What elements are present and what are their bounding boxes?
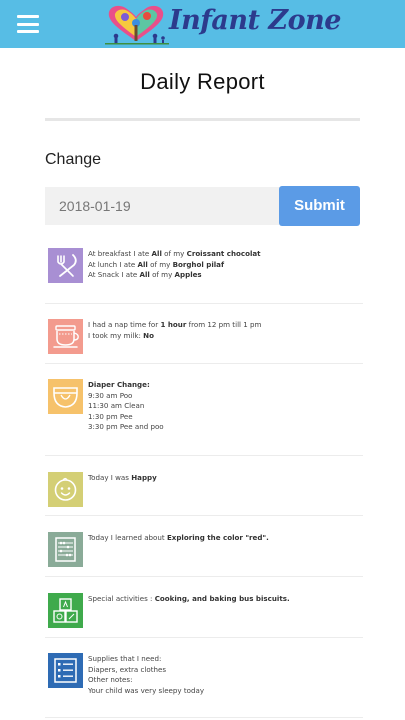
report-item-supplies: Supplies that I need: Diapers, extra clo… <box>45 652 363 702</box>
diaper-entry: 3:30 pm Pee and poo <box>88 422 164 431</box>
report-item-activities: Special activities : Cooking, and baking… <box>45 592 363 632</box>
report-item-learned: Today I learned about Exploring the colo… <box>45 531 363 571</box>
row-divider <box>45 576 363 577</box>
report-item-nap: I had a nap time for 1 hour from 12 pm t… <box>45 318 363 358</box>
diaper-entry: 11:30 am Clean <box>88 401 145 410</box>
row-divider <box>45 515 363 516</box>
row-divider <box>45 455 363 456</box>
notes-line: Your child was very sleepy today <box>88 685 205 695</box>
row-divider <box>45 303 363 304</box>
mood-line: Today I was Happy <box>88 473 157 482</box>
report-item-diaper: Diaper Change: 9:30 am Poo 11:30 am Clea… <box>45 378 363 438</box>
milk-line: I took my milk: No <box>88 330 154 340</box>
submit-button[interactable]: Submit <box>279 186 360 226</box>
title-divider <box>45 118 360 121</box>
hamburger-icon[interactable] <box>17 15 39 33</box>
activities-line: Special activities : Cooking, and baking… <box>88 594 290 603</box>
abacus-icon <box>48 532 83 567</box>
checklist-icon <box>48 653 83 688</box>
notes-line: Other notes: <box>88 675 133 684</box>
fork-knife-icon <box>48 248 83 283</box>
meal-line: At Snack I ate All of my Apples <box>88 270 202 279</box>
row-divider <box>45 717 363 718</box>
diaper-entry: 9:30 am Poo <box>88 390 133 400</box>
cup-icon <box>48 319 83 354</box>
diaper-icon <box>48 379 83 414</box>
report-item-meals: At breakfast I ate All of my Croissant c… <box>45 247 363 287</box>
row-divider <box>45 637 363 638</box>
page-title: Daily Report <box>140 69 265 94</box>
report-item-mood: Today I was Happy <box>45 471 363 511</box>
meal-line: At breakfast I ate All of my Croissant c… <box>88 249 261 258</box>
nap-line: I had a nap time for 1 hour from 12 pm t… <box>88 320 262 329</box>
date-input[interactable]: 2018-01-19 <box>45 187 281 225</box>
app-header: Infant Zone <box>0 0 405 48</box>
supplies-line: Supplies that I need: <box>88 654 162 663</box>
meal-line: At lunch I ate All of my Borghol pilaf <box>88 259 225 269</box>
supplies-line: Diapers, extra clothes <box>88 664 167 674</box>
diaper-heading: Diaper Change: <box>88 380 150 389</box>
heart-tree-family-logo <box>105 5 169 45</box>
learned-line: Today I learned about Exploring the colo… <box>88 533 269 542</box>
row-divider <box>45 363 363 364</box>
app-title: Infant Zone <box>169 5 341 36</box>
blocks-icon <box>48 593 83 628</box>
app-logo[interactable]: Infant Zone <box>101 3 341 45</box>
change-label: Change <box>45 151 102 168</box>
diaper-entry: 1:30 pm Pee <box>88 411 133 421</box>
baby-face-icon <box>48 472 83 507</box>
